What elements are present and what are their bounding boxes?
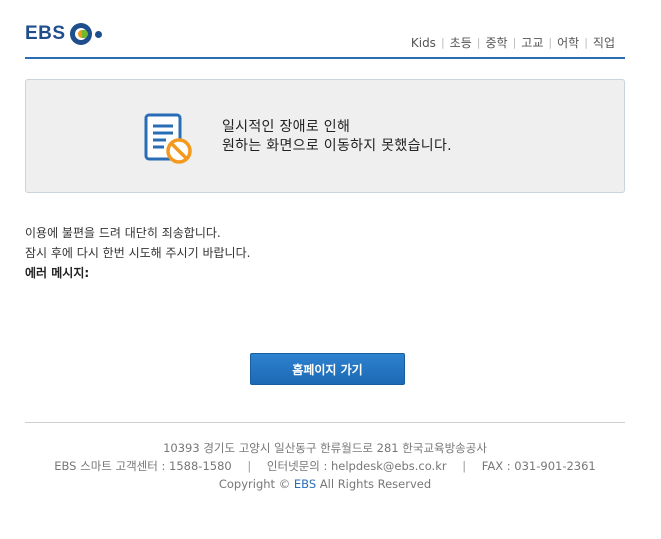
footer-separator: | bbox=[247, 459, 252, 473]
copyright-suffix: All Rights Reserved bbox=[319, 477, 432, 491]
error-alert-box: 일시적인 장애로 인해 원하는 화면으로 이동하지 못했습니다. bbox=[25, 79, 625, 193]
footer-contact: EBS 스마트 고객센터 : 1588-1580 | 인터넷문의 : helpd… bbox=[25, 457, 625, 475]
alert-message: 일시적인 장애로 인해 원하는 화면으로 이동하지 못했습니다. bbox=[222, 118, 452, 156]
retry-text: 잠시 후에 다시 한번 시도해 주시기 바랍니다. bbox=[25, 246, 251, 260]
customer-center: EBS 스마트 고객센터 : 1588-1580 bbox=[54, 459, 232, 473]
copyright: Copyright © EBS All Rights Reserved bbox=[25, 475, 625, 493]
logo-mark-icon bbox=[69, 22, 102, 46]
fax-number: FAX : 031-901-2361 bbox=[481, 459, 596, 473]
global-nav: Kids | 초등 | 중학 | 고교 | 어학 | 직업 bbox=[411, 34, 615, 51]
header-divider bbox=[25, 57, 625, 59]
alert-line-1: 일시적인 장애로 인해 bbox=[222, 119, 351, 135]
nav-item-middle[interactable]: 중학 bbox=[485, 34, 507, 51]
nav-separator: | bbox=[512, 36, 517, 49]
nav-item-kids[interactable]: Kids bbox=[411, 36, 436, 50]
copyright-prefix: Copyright © bbox=[218, 477, 291, 491]
nav-separator: | bbox=[440, 36, 445, 49]
error-description: 이용에 불편을 드려 대단히 죄송합니다. 잠시 후에 다시 한번 시도해 주시… bbox=[25, 223, 250, 283]
logo-text: EBS bbox=[25, 23, 66, 44]
nav-item-elementary[interactable]: 초등 bbox=[450, 34, 472, 51]
error-message-label: 에러 메시지: bbox=[25, 266, 90, 280]
footer: 10393 경기도 고양시 일산동구 한류월드로 281 한국교육방송공사 EB… bbox=[25, 439, 625, 493]
nav-item-job[interactable]: 직업 bbox=[593, 34, 615, 51]
nav-separator: | bbox=[548, 36, 553, 49]
header: EBS Kids | 초등 | 중학 | 고교 | 어학 | 직업 bbox=[25, 14, 625, 58]
footer-address: 10393 경기도 고양시 일산동구 한류월드로 281 한국교육방송공사 bbox=[163, 441, 487, 455]
footer-divider bbox=[25, 422, 625, 423]
alert-line-2: 원하는 화면으로 이동하지 못했습니다. bbox=[222, 138, 452, 154]
go-homepage-button[interactable]: 홈페이지 가기 bbox=[250, 353, 405, 385]
nav-item-language[interactable]: 어학 bbox=[557, 34, 579, 51]
nav-separator: | bbox=[476, 36, 481, 49]
copyright-brand: EBS bbox=[293, 477, 317, 491]
ebs-logo[interactable]: EBS bbox=[25, 20, 102, 48]
document-blocked-icon bbox=[144, 113, 192, 164]
inquiry-email: 인터넷문의 : helpdesk@ebs.co.kr bbox=[266, 459, 447, 473]
nav-separator: | bbox=[584, 36, 588, 49]
nav-item-high[interactable]: 고교 bbox=[521, 34, 543, 51]
apology-text: 이용에 불편을 드려 대단히 죄송합니다. bbox=[25, 226, 221, 240]
footer-separator: | bbox=[462, 459, 467, 473]
